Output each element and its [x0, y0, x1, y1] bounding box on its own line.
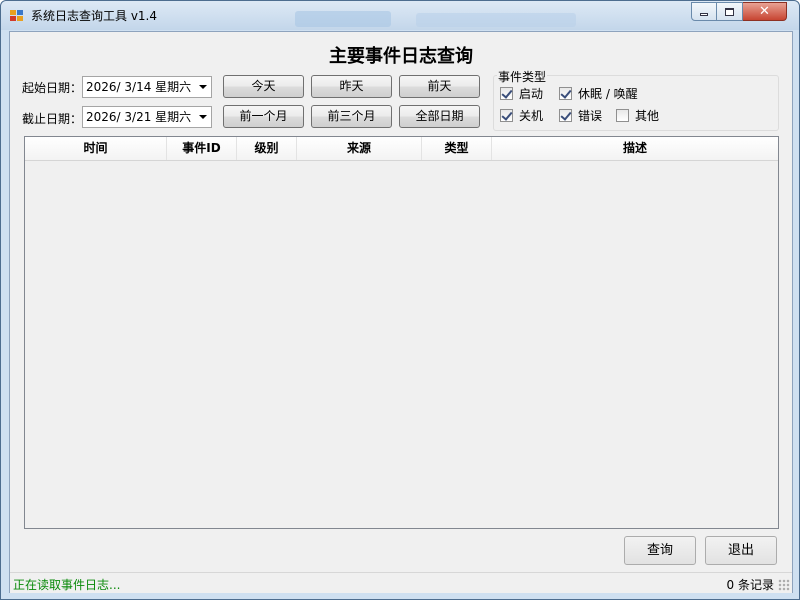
- maximize-button[interactable]: [717, 2, 743, 21]
- window-title: 系统日志查询工具 v1.4: [31, 9, 158, 23]
- column-header-time[interactable]: 时间: [25, 137, 167, 160]
- resize-grip-icon[interactable]: [778, 579, 790, 591]
- dropdown-arrow-icon[interactable]: [199, 85, 207, 89]
- client-area: 主要事件日志查询 起始日期： 2026/ 3/14 星期六 截止日期： 2026…: [9, 31, 793, 593]
- app-window: 系统日志查询工具 v1.4 ✕ 主要事件日志查询 起始日期： 2026/ 3/1…: [0, 0, 800, 600]
- end-date-value: 2026/ 3/21 星期六: [86, 110, 192, 124]
- checkbox-label: 启动: [519, 86, 544, 101]
- status-bar: 正在读取事件日志... 0 条记录: [10, 572, 792, 593]
- status-message: 正在读取事件日志...: [13, 578, 121, 592]
- page-title: 主要事件日志查询: [329, 46, 473, 67]
- today-button[interactable]: 今天: [223, 75, 304, 98]
- start-date-label: 起始日期：: [22, 81, 83, 95]
- column-header-source[interactable]: 来源: [297, 137, 422, 160]
- record-count: 0 条记录: [726, 578, 774, 592]
- app-icon[interactable]: [10, 10, 24, 22]
- titlebar-glow: [416, 13, 576, 27]
- end-date-picker[interactable]: 2026/ 3/21 星期六: [82, 106, 212, 128]
- query-button[interactable]: 查询: [624, 536, 696, 565]
- close-icon: ✕: [759, 4, 770, 19]
- titlebar-glow: [295, 11, 391, 27]
- checkbox-startup[interactable]: 启动: [500, 85, 543, 101]
- checkbox-label: 关机: [519, 108, 544, 123]
- end-date-label: 截止日期：: [22, 112, 83, 126]
- start-date-value: 2026/ 3/14 星期六: [86, 80, 192, 94]
- event-type-group-title: 事件类型: [497, 68, 548, 85]
- minimize-button[interactable]: [691, 2, 717, 21]
- checkbox-checked-icon[interactable]: [500, 86, 513, 100]
- day-before-yesterday-button[interactable]: 前天: [399, 75, 480, 98]
- checkbox-sleep-wake[interactable]: 休眠 / 唤醒: [559, 85, 638, 101]
- checkbox-label: 其他: [635, 108, 660, 123]
- title-bar[interactable]: 系统日志查询工具 v1.4 ✕: [1, 1, 799, 30]
- column-header-event-id[interactable]: 事件ID: [167, 137, 237, 160]
- dropdown-arrow-icon[interactable]: [199, 115, 207, 119]
- column-header-description[interactable]: 描述: [492, 137, 778, 160]
- list-header: 时间 事件ID 级别 来源 类型 描述: [25, 137, 778, 161]
- event-list[interactable]: 时间 事件ID 级别 来源 类型 描述: [24, 136, 779, 529]
- close-button[interactable]: ✕: [743, 2, 787, 21]
- checkbox-error[interactable]: 错误: [559, 107, 602, 123]
- all-dates-button[interactable]: 全部日期: [399, 105, 480, 128]
- column-header-level[interactable]: 级别: [237, 137, 297, 160]
- last-three-months-button[interactable]: 前三个月: [311, 105, 392, 128]
- checkbox-checked-icon[interactable]: [500, 108, 513, 122]
- last-month-button[interactable]: 前一个月: [223, 105, 304, 128]
- checkbox-shutdown[interactable]: 关机: [500, 107, 543, 123]
- yesterday-button[interactable]: 昨天: [311, 75, 392, 98]
- checkbox-checked-icon[interactable]: [559, 86, 572, 100]
- window-controls: ✕: [691, 2, 787, 21]
- exit-button[interactable]: 退出: [705, 536, 777, 565]
- column-header-type[interactable]: 类型: [422, 137, 492, 160]
- minimize-icon: [700, 13, 708, 16]
- checkbox-other[interactable]: 其他: [616, 107, 659, 123]
- start-date-picker[interactable]: 2026/ 3/14 星期六: [82, 76, 212, 98]
- checkbox-label: 错误: [578, 108, 603, 123]
- checkbox-unchecked-icon[interactable]: [616, 108, 629, 122]
- maximize-icon: [725, 7, 734, 16]
- checkbox-checked-icon[interactable]: [559, 108, 572, 122]
- checkbox-label: 休眠 / 唤醒: [578, 86, 638, 101]
